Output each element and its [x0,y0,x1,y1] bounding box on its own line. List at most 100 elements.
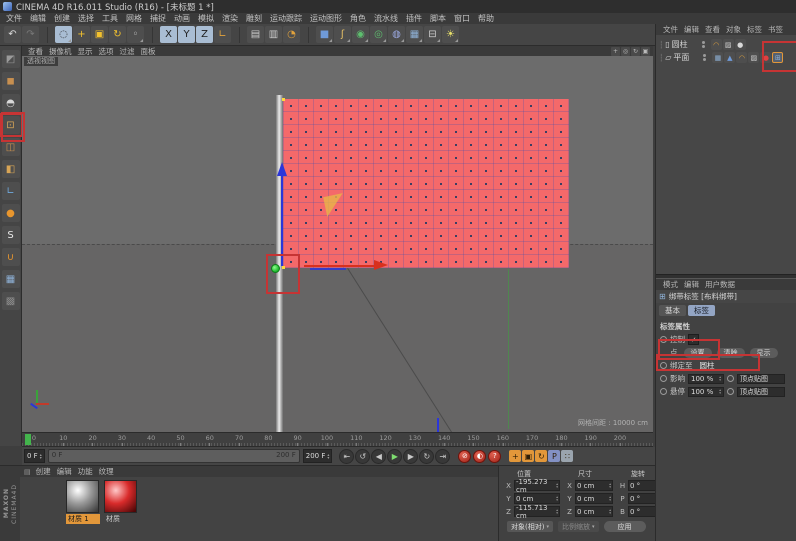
flag-point[interactable] [358,151,373,164]
flag-point[interactable] [298,164,313,177]
key-parameter-toggle[interactable]: P [548,450,560,462]
anim-dot-icon[interactable] [727,388,734,395]
viewport-menu-item-3[interactable]: 选项 [96,46,117,57]
y-axis-shaft[interactable] [281,176,283,266]
flag-point[interactable] [479,125,494,138]
flag-point[interactable] [403,138,418,151]
flag-point[interactable] [464,164,479,177]
scale-tool[interactable]: ▣ [91,26,108,43]
flag-point[interactable] [524,177,539,190]
flag-point[interactable] [283,229,298,242]
flag-point[interactable] [313,229,328,242]
flag-point[interactable] [388,190,403,203]
om-menu-item-4[interactable]: 标签 [744,24,765,35]
material-tag[interactable]: ● [760,52,771,63]
flag-point[interactable] [464,190,479,203]
environment-button[interactable]: ◍ [388,26,405,43]
attr-tab-0[interactable]: 基本 [659,305,686,316]
autokey-button[interactable]: ◐ [473,450,486,463]
flag-point[interactable] [403,99,418,112]
flag-point[interactable] [388,177,403,190]
flag-point[interactable] [434,99,449,112]
menubar-item-0[interactable]: 文件 [2,13,26,24]
flag-point[interactable] [479,177,494,190]
flag-point[interactable] [403,203,418,216]
spinner-icon[interactable] [40,453,42,459]
flag-point[interactable] [539,177,554,190]
panel-menu-icon[interactable]: ▤ [24,468,31,476]
play-button[interactable]: ▶ [387,449,402,464]
viewport-menu-item-1[interactable]: 摄像机 [46,46,75,57]
last-used-tool[interactable]: ◦ [127,26,144,43]
flag-point[interactable] [343,216,358,229]
coordinate-field[interactable]: 0 cm [575,493,613,504]
flag-point[interactable] [358,112,373,125]
flag-point[interactable] [403,125,418,138]
spinner-icon[interactable] [719,389,721,395]
spinner-icon[interactable] [556,483,558,489]
flag-point[interactable] [328,164,343,177]
menubar-item-18[interactable]: 帮助 [474,13,498,24]
title-bar[interactable]: CINEMA 4D R16.011 Studio (R16) - [未标题 1 … [0,0,796,13]
flag-point[interactable] [479,229,494,242]
influence-field[interactable]: 100 % [688,374,724,384]
flag-point[interactable] [343,242,358,255]
flag-point[interactable] [449,112,464,125]
coordinate-field[interactable]: -195.273 cm [514,480,560,491]
flag-point[interactable] [388,151,403,164]
previous-frame-button[interactable]: ◀ [371,449,386,464]
flag-point[interactable] [373,203,388,216]
flag-point[interactable] [298,177,313,190]
flag-point[interactable] [343,177,358,190]
flag-point[interactable] [539,229,554,242]
flag-point[interactable] [449,255,464,268]
flag-plane-object[interactable] [283,99,569,268]
flag-point[interactable] [554,138,569,151]
om-menu-item-5[interactable]: 书签 [765,24,786,35]
flag-point[interactable] [343,112,358,125]
flag-point[interactable] [464,255,479,268]
flag-point[interactable] [298,151,313,164]
flag-point[interactable] [494,203,509,216]
texture-mode-button[interactable]: ◓ [2,94,20,112]
flag-point[interactable] [494,216,509,229]
rotation-handle-icon[interactable] [323,193,347,217]
flag-point[interactable] [509,125,524,138]
flag-point[interactable] [479,216,494,229]
flag-point[interactable] [283,99,298,112]
flag-point[interactable] [313,151,328,164]
om-menu-item-1[interactable]: 编辑 [681,24,702,35]
material-item-0[interactable]: 材质 1 [66,480,100,524]
flag-point[interactable] [539,151,554,164]
light-button[interactable]: ☀ [442,26,459,43]
flag-point[interactable] [449,216,464,229]
menubar-item-11[interactable]: 运动跟踪 [266,13,306,24]
flag-point[interactable] [298,242,313,255]
flag-point[interactable] [328,242,343,255]
flag-point[interactable] [509,177,524,190]
flag-point[interactable] [434,177,449,190]
flag-point[interactable] [554,99,569,112]
flag-point[interactable] [434,229,449,242]
z-axis-segment[interactable] [310,268,346,270]
flag-point[interactable] [494,242,509,255]
flag-point[interactable] [449,138,464,151]
flag-point[interactable] [343,164,358,177]
flag-point[interactable] [509,164,524,177]
convert-editable-button[interactable]: ◩ [2,50,20,68]
floor-button[interactable]: ▦ [406,26,423,43]
visibility-dot-bottom[interactable] [702,45,705,48]
flag-point[interactable] [524,99,539,112]
undo-icon[interactable]: ↶ [4,26,21,43]
flag-point[interactable] [358,216,373,229]
flag-point[interactable] [358,242,373,255]
flag-point[interactable] [449,177,464,190]
flag-point[interactable] [449,151,464,164]
flag-point[interactable] [403,190,418,203]
flag-point[interactable] [403,242,418,255]
flag-point[interactable] [388,203,403,216]
flag-corner-point-top[interactable] [282,98,285,101]
flag-point[interactable] [539,203,554,216]
flag-point[interactable] [388,138,403,151]
menubar-item-6[interactable]: 捕捉 [146,13,170,24]
